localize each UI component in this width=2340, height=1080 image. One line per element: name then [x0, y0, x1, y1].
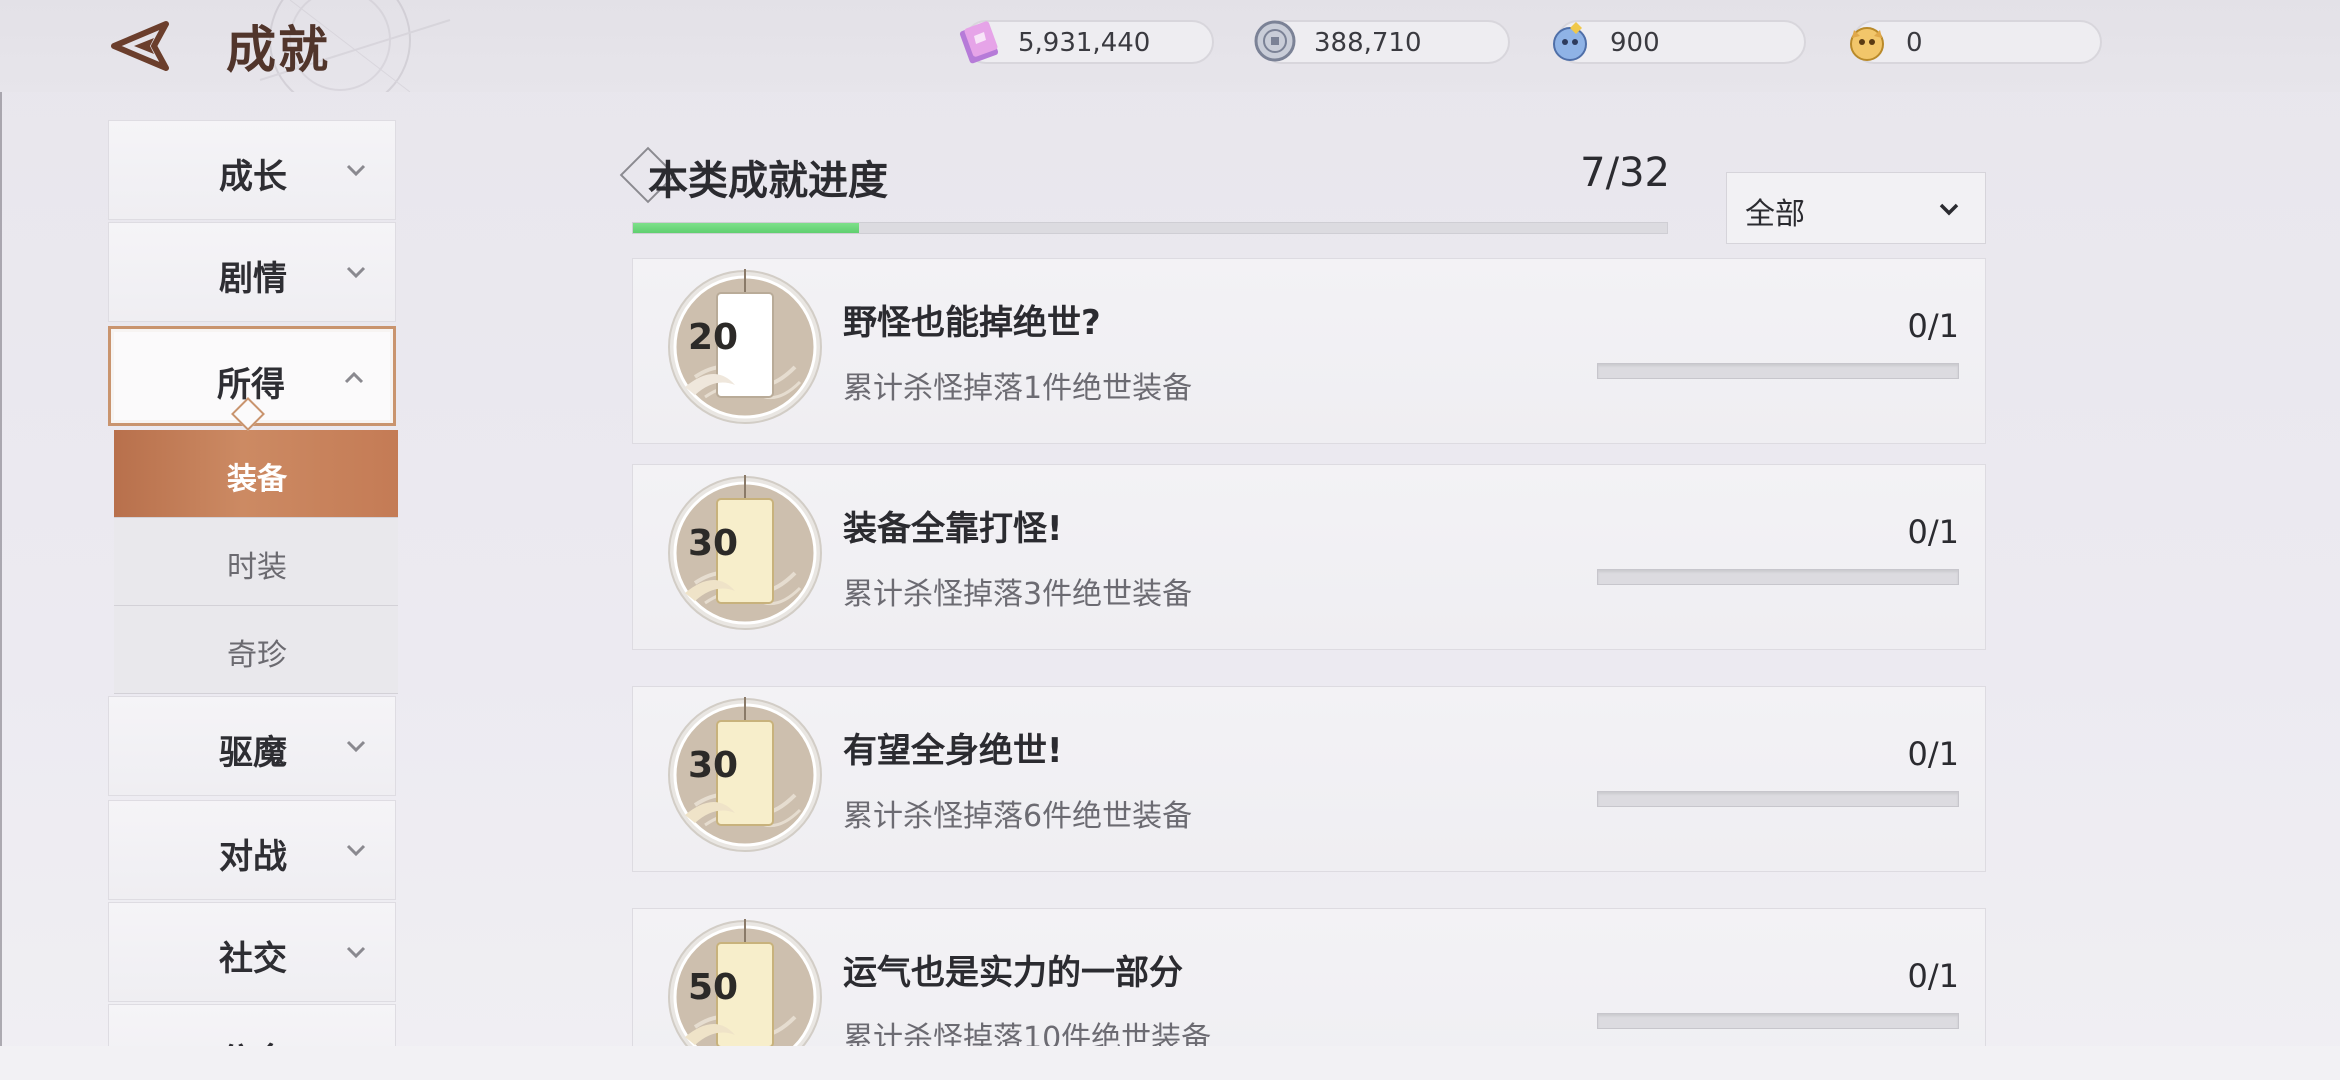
top-bar: 成就 5,931,440 388,710 900 0: [0, 0, 2340, 92]
currency-value: 900: [1610, 28, 1660, 58]
screen-edge-divider: [0, 92, 2, 1052]
sidebar-category-battle[interactable]: 对战: [108, 800, 396, 900]
back-button[interactable]: [110, 16, 182, 76]
silver-coin-icon: [1254, 20, 1296, 62]
achievement-name: 有望全身绝世!: [843, 731, 1063, 771]
achievement-description: 累计杀怪掉落10件绝世装备: [843, 1021, 1212, 1050]
sidebar-category-guild[interactable]: 公会: [108, 1004, 396, 1050]
currency-blue-pet[interactable]: 900: [1553, 20, 1806, 64]
sidebar-category-label: 驱魔: [219, 733, 287, 773]
achievement-name: 装备全靠打怪!: [843, 509, 1063, 549]
bottom-edge: [0, 1046, 2340, 1080]
sidebar-category-label: 剧情: [219, 259, 287, 299]
sidebar-category-story[interactable]: 剧情: [108, 222, 396, 322]
filter-selected-value: 全部: [1745, 197, 1805, 232]
achievement-points: 20: [687, 317, 739, 358]
achievement-progress-text: 0/1: [1907, 957, 1960, 995]
sidebar-category-label: 对战: [219, 837, 287, 877]
category-progress-count: 7/32: [1580, 150, 1670, 196]
sidebar-category-label: 所得: [217, 365, 285, 405]
category-sidebar: 成长 剧情 所得 装备 时装 奇珍 驱魔 对战 社交: [108, 120, 398, 1050]
achievement-card[interactable]: 30 有望全身绝世! 累计杀怪掉落6件绝世装备 0/1: [632, 686, 1986, 872]
category-progress-title: 本类成就进度: [648, 158, 888, 204]
currency-value: 0: [1906, 28, 1923, 58]
currency-gold-pet[interactable]: 0: [1850, 20, 2102, 64]
sidebar-category-label: 社交: [219, 939, 287, 979]
currency-value: 388,710: [1314, 28, 1422, 58]
sidebar-subitem-label: 时装: [227, 550, 287, 585]
sidebar-category-social[interactable]: 社交: [108, 902, 396, 1002]
blue-crystal-pet-icon: [1553, 22, 1587, 61]
chevron-down-icon: [1939, 203, 1959, 216]
sidebar-subitem-equipment[interactable]: 装备: [114, 430, 398, 518]
achievement-description: 累计杀怪掉落1件绝世装备: [843, 371, 1193, 406]
currency-ticket[interactable]: 5,931,440: [959, 20, 1214, 64]
achievement-progress-bar: [1597, 791, 1959, 807]
achievement-progress-text: 0/1: [1907, 307, 1960, 345]
category-progress-fill: [633, 223, 860, 233]
purple-ticket-icon: [959, 21, 999, 64]
chevron-down-icon: [346, 266, 366, 279]
chevron-down-icon: [346, 844, 366, 857]
achievement-progress-bar: [1597, 569, 1959, 585]
back-arrow-icon: [111, 21, 169, 71]
achievement-card[interactable]: 20 野怪也能掉绝世? 累计杀怪掉落1件绝世装备 0/1: [632, 258, 1986, 444]
achievement-description: 累计杀怪掉落3件绝世装备: [843, 577, 1193, 612]
achievement-progress-text: 0/1: [1907, 735, 1960, 773]
achievement-name: 运气也是实力的一部分: [843, 953, 1183, 993]
currency-silver[interactable]: 388,710: [1254, 20, 1510, 64]
achievement-progress-text: 0/1: [1907, 513, 1960, 551]
achievement-screen: 成就 5,931,440 388,710 900 0 成长 剧情 所得 装备 时…: [0, 0, 2340, 1080]
page-title: 成就: [226, 20, 330, 79]
achievement-progress-bar: [1597, 363, 1959, 379]
achievement-points: 30: [687, 745, 739, 786]
chevron-down-icon: [346, 164, 366, 177]
gold-pet-icon: [1850, 27, 1884, 61]
sidebar-subitem-fashion[interactable]: 时装: [114, 518, 398, 606]
achievement-card[interactable]: 50 运气也是实力的一部分 累计杀怪掉落10件绝世装备 0/1: [632, 908, 1986, 1050]
chevron-up-icon: [344, 371, 364, 384]
achievement-points: 30: [687, 523, 739, 564]
achievement-progress-bar: [1597, 1013, 1959, 1029]
achievement-list[interactable]: 20 野怪也能掉绝世? 累计杀怪掉落1件绝世装备 0/1 30 装备全靠打怪! …: [630, 258, 1990, 1050]
sidebar-category-exorcism[interactable]: 驱魔: [108, 696, 396, 796]
category-progress-bar: [632, 222, 1668, 234]
achievement-name: 野怪也能掉绝世?: [843, 303, 1101, 343]
sidebar-category-label: 成长: [219, 157, 287, 197]
chevron-down-icon: [346, 946, 366, 959]
sidebar-category-growth[interactable]: 成长: [108, 120, 396, 220]
currency-value: 5,931,440: [1018, 28, 1151, 58]
sidebar-subitem-treasure[interactable]: 奇珍: [114, 606, 398, 694]
sidebar-subitem-label: 奇珍: [227, 638, 287, 673]
achievement-card[interactable]: 30 装备全靠打怪! 累计杀怪掉落3件绝世装备 0/1: [632, 464, 1986, 650]
sidebar-subitem-label: 装备: [227, 462, 287, 497]
filter-dropdown[interactable]: 全部: [1726, 172, 1986, 244]
achievement-points: 50: [687, 967, 739, 1008]
chevron-down-icon: [346, 740, 366, 753]
achievement-description: 累计杀怪掉落6件绝世装备: [843, 799, 1193, 834]
